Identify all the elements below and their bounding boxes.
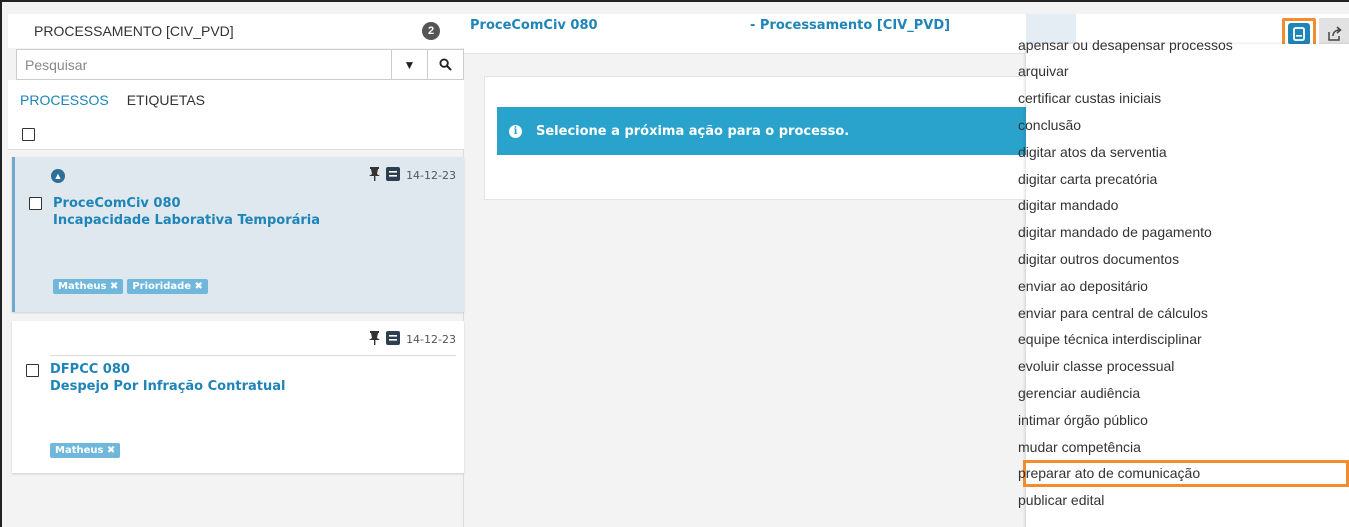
alert-text: Selecione a próxima ação para o processo… — [536, 123, 850, 139]
process-subject: Despejo Por Infração Contratual — [50, 379, 286, 394]
process-number[interactable]: DFPCC 080 — [50, 361, 285, 378]
menu-item-label: enviar ao depositário — [1018, 277, 1148, 294]
menu-item-label: apensar ou desapensar processos — [1018, 36, 1233, 53]
menu-item-action[interactable]: intimar órgão público — [1018, 406, 1349, 433]
info-alert: i Selecione a próxima ação para o proces… — [497, 107, 1057, 155]
info-icon: i — [509, 124, 522, 138]
actions-dropdown-menu: apensar ou desapensar processos arquivar c… — [1018, 37, 1349, 527]
search-button[interactable] — [427, 50, 463, 79]
process-list-panel: PROCESSAMENTO [CIV_PVD] 2 ▼ PROCESSOS ET… — [8, 14, 464, 527]
card-checkbox[interactable] — [26, 364, 39, 377]
menu-item-action[interactable]: evoluir classe processual — [1018, 353, 1349, 380]
panel-title: PROCESSAMENTO [CIV_PVD] — [34, 23, 234, 39]
menu-item-label: digitar mandado — [1018, 197, 1119, 214]
caret-down-icon: ▼ — [403, 57, 416, 72]
menu-item-action[interactable]: gerenciar audiência — [1018, 379, 1349, 406]
menu-item-action[interactable]: certificar custas iniciais — [1018, 85, 1349, 112]
process-subject: Incapacidade Laborativa Temporária — [53, 213, 321, 228]
document-icon[interactable] — [386, 167, 401, 184]
app-frame: PROCESSAMENTO [CIV_PVD] 2 ▼ PROCESSOS ET… — [0, 0, 1349, 527]
card-meta: 14-12-23 — [369, 167, 456, 184]
menu-item-label: gerenciar audiência — [1018, 384, 1141, 401]
card-date: 14-12-23 — [406, 333, 456, 346]
menu-item-label: digitar outros documentos — [1018, 250, 1180, 267]
menu-item-action[interactable]: mudar competência — [1018, 433, 1349, 460]
header-task-name: - Processamento [CIV_PVD] — [750, 18, 951, 33]
menu-item-label: enviar para central de cálculos — [1018, 304, 1208, 321]
card-tags: Matheus ✖ — [50, 443, 121, 458]
tab-etiquetas[interactable]: ETIQUETAS — [127, 92, 205, 108]
card-divider — [50, 355, 456, 356]
card-checkbox[interactable] — [29, 197, 42, 210]
menu-item-label: digitar mandado de pagamento — [1018, 224, 1212, 241]
list-tabs: PROCESSOS ETIQUETAS — [8, 80, 464, 120]
menu-item-action[interactable]: preparar ato de comunicação — [1018, 459, 1349, 487]
card-meta: 14-12-23 — [369, 331, 456, 348]
menu-item-action[interactable]: conclusão — [1018, 111, 1349, 138]
search-dropdown-button[interactable]: ▼ — [391, 50, 427, 79]
menu-item-label: preparar ato de comunicação — [1018, 465, 1201, 482]
menu-item-action[interactable]: digitar atos da serventia — [1018, 138, 1349, 165]
card-date: 14-12-23 — [406, 169, 456, 182]
menu-item-action[interactable]: publicar edital — [1018, 487, 1349, 514]
task-content: i Selecione a próxima ação para o proces… — [484, 76, 1057, 200]
menu-item-label: conclusão — [1018, 116, 1082, 133]
tab-processos[interactable]: PROCESSOS — [20, 92, 109, 108]
menu-item-label: certificar custas iniciais — [1018, 90, 1162, 107]
menu-item-label: mudar competência — [1018, 438, 1141, 455]
search-input[interactable] — [17, 50, 391, 79]
pin-icon[interactable] — [369, 167, 381, 184]
menu-item-label: intimar órgão público — [1018, 411, 1148, 428]
menu-item-action[interactable]: enviar ao depositário — [1018, 272, 1349, 299]
menu-item-action[interactable]: apensar ou desapensar processos — [1018, 31, 1349, 58]
card-titles[interactable]: ProceComCiv 080 Incapacidade Laborativa … — [53, 195, 320, 229]
search-icon — [439, 58, 452, 71]
menu-item-action[interactable]: digitar carta precatória — [1018, 165, 1349, 192]
count-badge: 2 — [422, 22, 440, 40]
menu-item-label: equipe técnica interdisciplinar — [1018, 331, 1202, 348]
menu-item-action[interactable]: equipe técnica interdisciplinar — [1018, 326, 1349, 353]
search-bar: ▼ — [16, 49, 464, 80]
pin-icon[interactable] — [369, 331, 381, 348]
process-card[interactable]: 14-12-23 DFPCC 080 Despejo Por Infração … — [12, 321, 464, 473]
menu-item-label: digitar atos da serventia — [1018, 143, 1167, 160]
menu-item-action[interactable]: digitar mandado de pagamento — [1018, 219, 1349, 246]
menu-item-action[interactable]: digitar outros documentos — [1018, 245, 1349, 272]
menu-item-label: evoluir classe processual — [1018, 358, 1175, 375]
tag-matheus[interactable]: Matheus ✖ — [53, 279, 124, 294]
select-all-checkbox[interactable] — [22, 128, 35, 141]
document-icon[interactable] — [386, 331, 401, 348]
menu-item-action[interactable]: enviar para central de cálculos — [1018, 299, 1349, 326]
arrow-up-circle-icon[interactable]: ▲ — [51, 169, 65, 183]
card-titles[interactable]: DFPCC 080 Despejo Por Infração Contratua… — [50, 361, 285, 395]
process-card[interactable]: ▲ 14-12-23 ProceComCiv 080 Incapacidade … — [12, 157, 464, 312]
header-process-number: ProceComCiv 080 — [470, 18, 598, 33]
menu-item-label: digitar carta precatória — [1018, 170, 1158, 187]
menu-item-label: arquivar — [1018, 63, 1069, 80]
tag-matheus[interactable]: Matheus ✖ — [50, 443, 121, 458]
select-all-row — [8, 120, 464, 150]
card-tags: Matheus ✖ Prioridade ✖ — [53, 279, 208, 294]
menu-item-action[interactable]: arquivar — [1018, 58, 1349, 85]
menu-item-action[interactable]: digitar mandado — [1018, 192, 1349, 219]
tag-prioridade[interactable]: Prioridade ✖ — [127, 279, 208, 294]
menu-item-label: publicar edital — [1018, 492, 1105, 509]
panel-header: PROCESSAMENTO [CIV_PVD] 2 — [8, 14, 464, 48]
process-number[interactable]: ProceComCiv 080 — [53, 195, 320, 212]
